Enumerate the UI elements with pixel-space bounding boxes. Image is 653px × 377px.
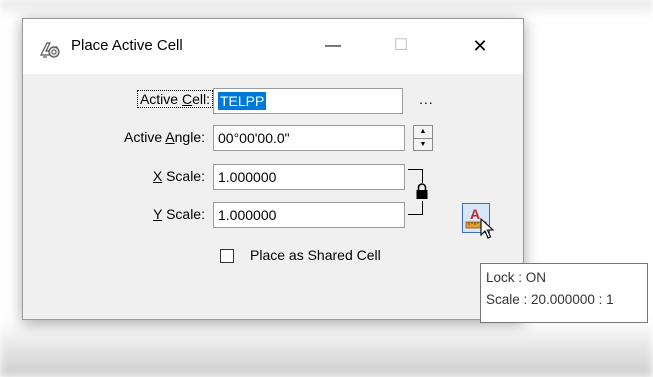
tooltip-lock-line: Lock : ON <box>486 270 547 285</box>
title-bar[interactable]: Place Active Cell — ☐ ✕ <box>23 19 523 74</box>
x-scale-input[interactable]: 1.000000 <box>213 164 405 190</box>
svg-text:A: A <box>470 206 480 222</box>
lock-scale-tooltip: Lock : ON Scale : 20.000000 : 1 <box>480 263 648 323</box>
spin-down-icon[interactable]: ▼ <box>414 139 432 151</box>
shared-cell-label: Place as Shared Cell <box>250 247 381 263</box>
angle-spinner[interactable]: ▲ ▼ <box>413 125 433 151</box>
x-scale-value: 1.000000 <box>218 169 277 185</box>
active-cell-input[interactable]: TELPP <box>213 88 403 114</box>
scale-lock-bracket-bottom <box>408 201 423 215</box>
active-angle-label: Active Angle: <box>124 129 205 145</box>
bottom-page-shadow <box>0 318 653 377</box>
scale-lock-bracket-top <box>408 169 423 183</box>
y-scale-value: 1.000000 <box>218 207 277 223</box>
lock-icon[interactable] <box>415 182 429 200</box>
place-active-cell-dialog: Place Active Cell — ☐ ✕ Active Cell: TEL… <box>22 18 524 320</box>
mouse-cursor-icon <box>480 218 494 239</box>
shared-cell-checkbox[interactable] <box>220 249 234 263</box>
active-angle-value: 00°00'00.0" <box>218 130 290 146</box>
tooltip-scale-line: Scale : 20.000000 : 1 <box>486 292 614 307</box>
x-scale-label: X Scale: <box>152 168 205 184</box>
browse-cell-button[interactable]: ... <box>419 91 434 107</box>
close-button[interactable]: ✕ <box>460 31 500 61</box>
y-scale-input[interactable]: 1.000000 <box>213 202 405 228</box>
minimize-button[interactable]: — <box>313 31 353 61</box>
top-page-shadow <box>0 0 653 18</box>
active-cell-value: TELPP <box>218 92 267 110</box>
spin-up-icon[interactable]: ▲ <box>414 126 432 139</box>
place-cell-tool-icon <box>40 42 60 58</box>
maximize-button[interactable]: ☐ <box>381 31 421 61</box>
window-title: Place Active Cell <box>71 37 183 54</box>
active-angle-input[interactable]: 00°00'00.0" <box>213 125 405 151</box>
active-cell-label: Active Cell: <box>53 90 213 108</box>
y-scale-label: Y Scale: <box>153 206 205 222</box>
